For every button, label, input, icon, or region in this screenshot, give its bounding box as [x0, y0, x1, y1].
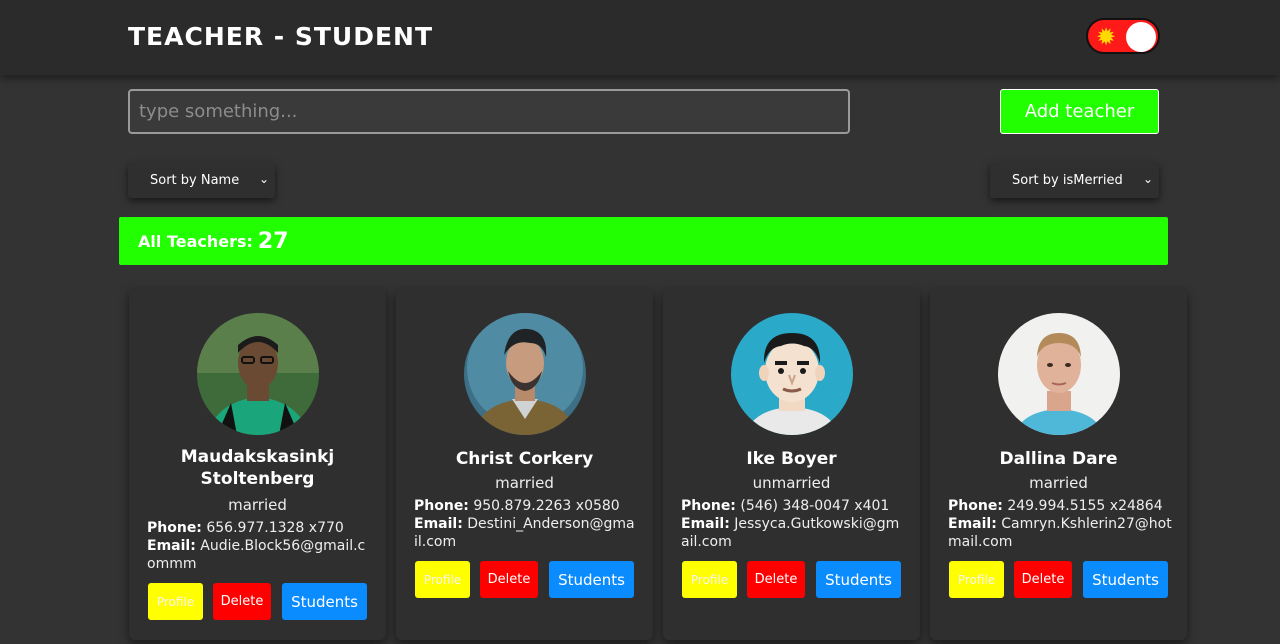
- phone-value: (546) 348-0047 x401: [740, 498, 890, 514]
- sun-icon: ✹: [1095, 23, 1117, 51]
- sort-by-married-select[interactable]: Sort by isMerried ⌄: [990, 163, 1159, 198]
- phone-line: Phone: (546) 348-0047 x401: [681, 497, 905, 515]
- email-line: Email: Camryn.Kshlerin27@hotmail.com: [948, 515, 1172, 551]
- delete-button[interactable]: Delete: [747, 561, 805, 598]
- phone-label: Phone:: [948, 498, 1003, 514]
- students-button[interactable]: Students: [816, 561, 901, 598]
- phone-label: Phone:: [414, 498, 469, 514]
- marital-status: married: [495, 474, 554, 492]
- teacher-card: Ike Boyer unmarried Phone: (546) 348-004…: [663, 288, 920, 640]
- phone-line: Phone: 656.977.1328 x770: [147, 519, 371, 537]
- teacher-name: Dallina Dare: [999, 449, 1118, 469]
- teacher-name: Ike Boyer: [746, 449, 837, 469]
- marital-status: married: [1029, 474, 1088, 492]
- email-label: Email:: [147, 538, 196, 554]
- profile-button[interactable]: Profile: [949, 561, 1004, 598]
- email-label: Email:: [414, 516, 463, 532]
- delete-button[interactable]: Delete: [1014, 561, 1072, 598]
- marital-status: unmarried: [752, 474, 831, 492]
- theme-toggle[interactable]: ✹: [1086, 18, 1160, 54]
- teachers-count-banner: All Teachers: 27: [119, 217, 1168, 265]
- profile-button[interactable]: Profile: [682, 561, 737, 598]
- phone-value: 249.994.5155 x24864: [1007, 498, 1163, 514]
- email-line: Email: Jessyca.Gutkowski@gmail.com: [681, 515, 905, 551]
- email-line: Email: Destini_Anderson@gmail.com: [414, 515, 638, 551]
- teachers-count-value: 27: [257, 228, 289, 254]
- top-navbar: TEACHER - STUDENT ✹: [0, 0, 1280, 75]
- phone-label: Phone:: [681, 498, 736, 514]
- teacher-avatar: [731, 313, 853, 435]
- teacher-card: Maudakskasinkj Stoltenberg married Phone…: [129, 288, 386, 640]
- profile-button[interactable]: Profile: [415, 561, 470, 598]
- teacher-name: Maudakskasinkj Stoltenberg: [180, 447, 335, 489]
- delete-button[interactable]: Delete: [480, 561, 538, 598]
- teacher-card: Christ Corkery married Phone: 950.879.22…: [396, 288, 653, 640]
- marital-status: married: [228, 496, 287, 514]
- teacher-card: Dallina Dare married Phone: 249.994.5155…: [930, 288, 1187, 640]
- teacher-avatar: [464, 313, 586, 435]
- email-label: Email:: [948, 516, 997, 532]
- phone-line: Phone: 950.879.2263 x0580: [414, 497, 638, 515]
- students-button[interactable]: Students: [1083, 561, 1168, 598]
- app-title: TEACHER - STUDENT: [128, 22, 434, 51]
- add-teacher-button[interactable]: Add teacher: [1000, 89, 1159, 134]
- teacher-avatar: [197, 313, 319, 435]
- delete-button[interactable]: Delete: [213, 583, 271, 620]
- students-button[interactable]: Students: [549, 561, 634, 598]
- email-line: Email: Audie.Block56@gmail.commm: [147, 537, 371, 573]
- teacher-name: Christ Corkery: [455, 449, 594, 469]
- email-label: Email:: [681, 516, 730, 532]
- sort-by-name-select[interactable]: Sort by Name ⌄: [128, 163, 275, 198]
- students-button[interactable]: Students: [282, 583, 367, 620]
- teachers-count-label: All Teachers:: [138, 231, 253, 251]
- phone-value: 656.977.1328 x770: [206, 520, 344, 536]
- profile-button[interactable]: Profile: [148, 583, 203, 620]
- toggle-knob: [1126, 22, 1156, 52]
- sort-by-name-dropdown[interactable]: Sort by Name: [128, 163, 275, 198]
- phone-label: Phone:: [147, 520, 202, 536]
- phone-line: Phone: 249.994.5155 x24864: [948, 497, 1172, 515]
- teacher-avatar: [998, 313, 1120, 435]
- search-input[interactable]: [128, 89, 850, 134]
- phone-value: 950.879.2263 x0580: [473, 498, 620, 514]
- sort-by-married-dropdown[interactable]: Sort by isMerried: [990, 163, 1159, 198]
